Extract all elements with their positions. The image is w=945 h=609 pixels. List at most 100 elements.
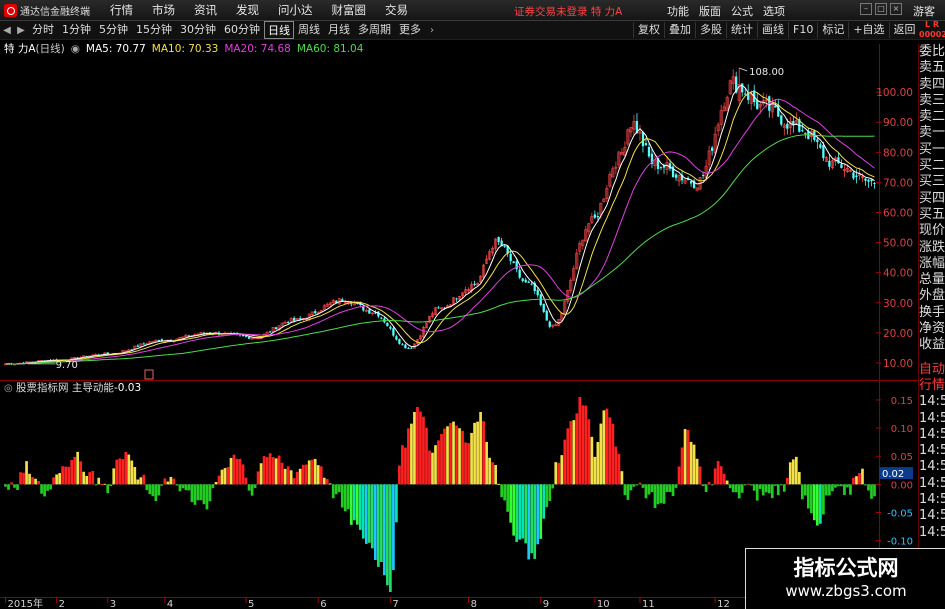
candle: [638, 124, 642, 141]
sidebar-item-20[interactable]: 行情: [919, 378, 945, 394]
sidebar-item-24[interactable]: 14:50: [919, 443, 945, 459]
momentum-tick-label-3: 0.00: [891, 480, 913, 491]
sidebar-item-10[interactable]: 买五: [919, 207, 945, 223]
momentum-bar: [548, 484, 552, 501]
momentum-bar: [286, 466, 290, 485]
sidebar-item-4[interactable]: 卖二: [919, 109, 945, 125]
sidebar-item-19[interactable]: 自动: [919, 362, 945, 378]
candle: [494, 238, 498, 252]
price-tick-label-6: 40.00: [883, 268, 913, 280]
date-tick-label-0: 2015年: [8, 597, 43, 609]
sidebar-item-23[interactable]: 14:50: [919, 427, 945, 443]
candle: [873, 181, 876, 189]
momentum-bar: [536, 484, 540, 545]
candle: [617, 151, 621, 169]
momentum-bar: [349, 484, 353, 525]
sidebar-item-6[interactable]: 买一: [919, 142, 945, 158]
chart-area[interactable]: 100.0090.0080.0070.0060.0050.0040.0030.0…: [0, 0, 945, 609]
sidebar-item-16[interactable]: 换手: [919, 305, 945, 321]
sidebar-item-15[interactable]: 外盘: [919, 288, 945, 304]
momentum-bar: [343, 484, 347, 512]
sidebar-item-14[interactable]: 总量: [919, 272, 945, 288]
momentum-bar: [124, 451, 128, 485]
sidebar-item-2[interactable]: 卖四: [919, 77, 945, 93]
candles: [4, 68, 876, 366]
candle-body: [244, 336, 248, 338]
sidebar-item-7[interactable]: 买二: [919, 158, 945, 174]
momentum-bar: [166, 481, 170, 485]
momentum-bar: [247, 484, 251, 491]
momentum-bar: [632, 484, 636, 487]
candle: [455, 297, 458, 302]
sidebar-item-11[interactable]: 现价: [919, 223, 945, 239]
sidebar-item-9[interactable]: 买四: [919, 191, 945, 207]
candle-body: [395, 336, 398, 340]
momentum-bar: [202, 484, 206, 505]
sidebar-item-25[interactable]: 14:50: [919, 459, 945, 475]
candle-body: [867, 179, 870, 182]
date-tick-label-6: 7: [392, 599, 398, 609]
momentum-bar: [55, 474, 58, 485]
candle: [542, 303, 545, 314]
candle: [695, 187, 699, 192]
sidebar-item-3[interactable]: 卖三: [919, 93, 945, 109]
candle: [491, 246, 495, 256]
candle-body: [819, 144, 822, 148]
sidebar-item-27[interactable]: 14:50: [919, 492, 945, 508]
momentum-bar: [822, 484, 825, 515]
candle-body: [780, 115, 783, 125]
momentum-tick-label-5: -0.10: [887, 537, 913, 548]
candle: [512, 261, 515, 264]
momentum-bar: [383, 484, 386, 576]
momentum-bar: [346, 484, 350, 510]
momentum-bar: [806, 484, 810, 509]
momentum-bar: [157, 484, 161, 496]
momentum-bar: [241, 464, 245, 485]
candle: [680, 170, 684, 185]
candle-body: [804, 132, 807, 134]
candle-body: [293, 317, 296, 321]
candle-body: [380, 317, 383, 319]
momentum-bar: [656, 484, 660, 505]
momentum-bar: [620, 471, 624, 485]
sidebar-item-21[interactable]: 14:50: [919, 394, 945, 410]
sidebar-item-13[interactable]: 涨幅: [919, 256, 945, 272]
momentum-bar: [328, 483, 332, 485]
candle: [852, 171, 855, 181]
momentum-bar: [67, 466, 71, 485]
momentum-bar: [401, 445, 404, 485]
momentum-bar: [440, 434, 443, 485]
momentum-bar: [825, 484, 828, 496]
candle: [548, 320, 551, 329]
sidebar-item-1[interactable]: 卖五: [919, 60, 945, 76]
momentum-bar: [395, 484, 398, 523]
candle: [184, 334, 188, 338]
sidebar-item-26[interactable]: 14:50: [919, 476, 945, 492]
momentum-bar: [22, 472, 25, 485]
sidebar-item-8[interactable]: 买三: [919, 174, 945, 190]
momentum-bar: [416, 406, 419, 485]
momentum-bar: [870, 484, 873, 499]
candle-body: [386, 322, 389, 327]
sidebar-item-22[interactable]: 14:50: [919, 411, 945, 427]
sidebar-item-12[interactable]: 涨跌: [919, 240, 945, 256]
sidebar-item-28[interactable]: 14:50: [919, 508, 945, 524]
candle: [590, 212, 594, 225]
sidebar-item-5[interactable]: 卖一: [919, 125, 945, 141]
momentum-bar: [671, 484, 675, 497]
peak-annotation-label: 108.00: [749, 67, 784, 78]
sidebar-item-18[interactable]: 收益: [919, 337, 945, 353]
candle-body: [437, 307, 440, 309]
sidebar-item-0[interactable]: 委比: [919, 44, 945, 60]
candle: [707, 145, 711, 171]
candle: [608, 171, 612, 189]
candle: [527, 280, 530, 283]
sidebar-item-17[interactable]: 净资: [919, 321, 945, 337]
candle: [295, 318, 299, 321]
candle: [425, 322, 428, 329]
candle-body: [674, 174, 678, 178]
momentum-bar: [512, 484, 516, 536]
sidebar-item-29[interactable]: 14:50: [919, 525, 945, 541]
candle-body: [407, 347, 410, 349]
momentum-bar: [364, 484, 368, 544]
